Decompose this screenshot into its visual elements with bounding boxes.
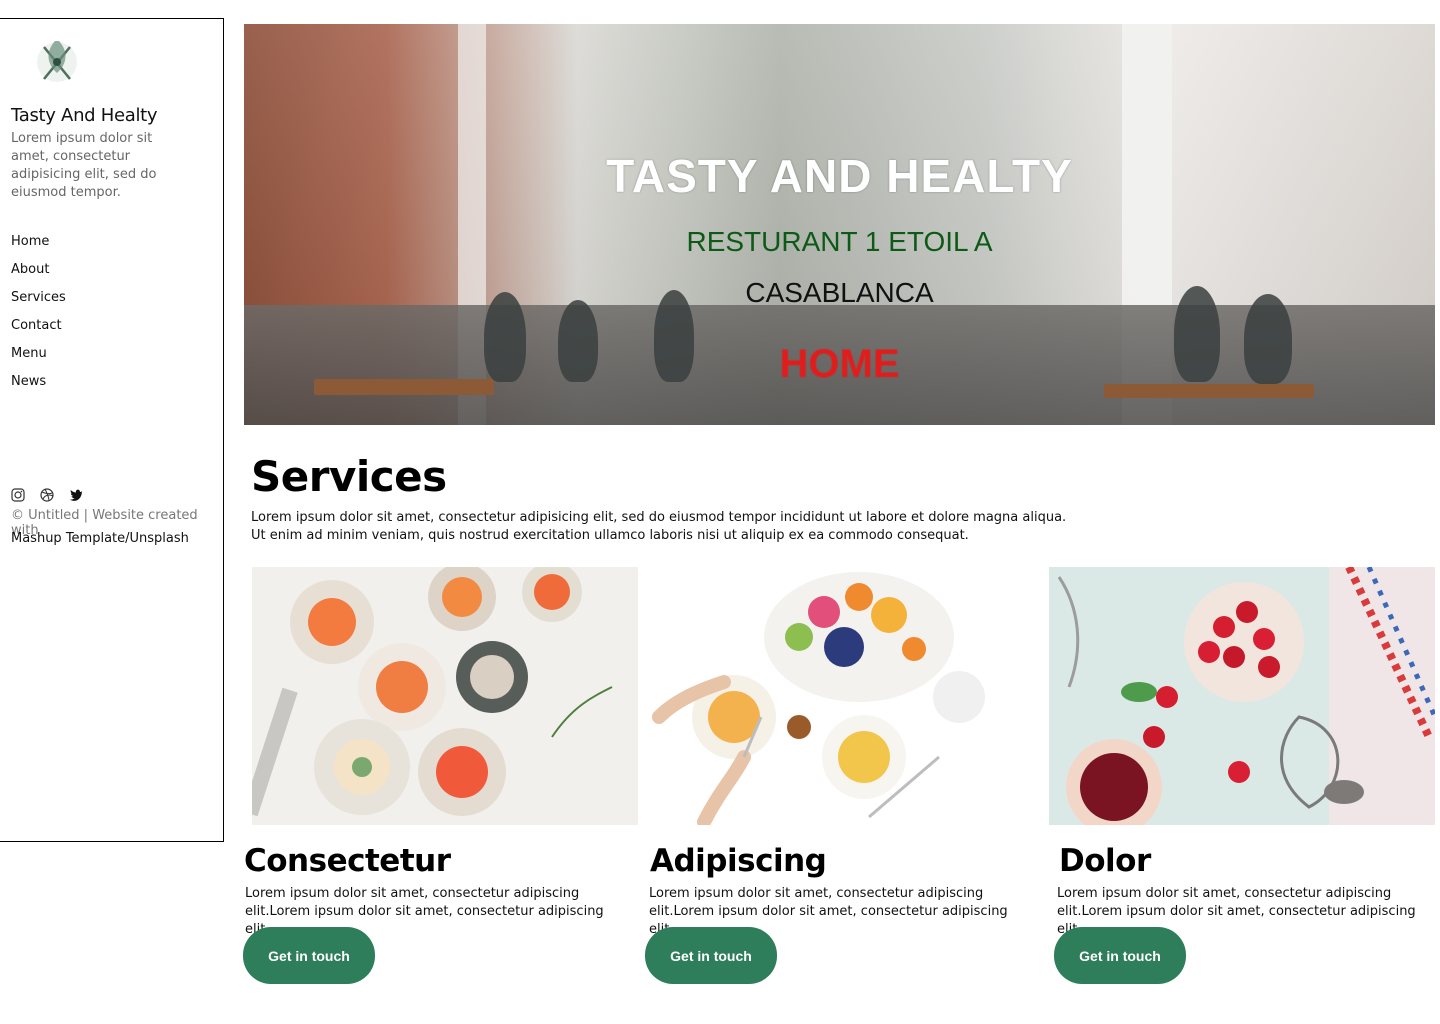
hero-banner: TASTY AND HEALTY RESTURANT 1 ETOIL A CAS… (244, 24, 1435, 425)
nav-item-menu[interactable]: Menu (11, 340, 66, 368)
nav-item-news[interactable]: News (11, 368, 66, 396)
hero-title: TASTY AND HEALTY (606, 150, 1073, 202)
service-title: Adipiscing (650, 843, 827, 879)
nav-item-home[interactable]: Home (11, 228, 66, 256)
section-description-line: Ut enim ad minim veniam, quis nostrud ex… (251, 528, 969, 543)
section-description-line: Lorem ipsum dolor sit amet, consectetur … (251, 510, 1067, 525)
hero-home-link[interactable]: HOME (244, 342, 1435, 387)
service-title: Dolor (1059, 843, 1151, 879)
instagram-icon[interactable] (11, 488, 25, 502)
fork-knife-leaf-icon[interactable] (28, 33, 86, 91)
get-in-touch-button[interactable]: Get in touch (243, 927, 375, 984)
section-title: Services (251, 452, 447, 501)
brand-title: Tasty And Healty (11, 105, 158, 126)
sidebar: Tasty And Healty Lorem ipsum dolor sit a… (0, 18, 224, 842)
social-links (11, 488, 83, 502)
nav-item-services[interactable]: Services (11, 284, 66, 312)
service-image-dolor (1049, 567, 1435, 825)
get-in-touch-button[interactable]: Get in touch (645, 927, 777, 984)
service-title: Consectetur (244, 843, 451, 879)
get-in-touch-button[interactable]: Get in touch (1054, 927, 1186, 984)
service-image-consectetur (252, 567, 638, 825)
brand-description: Lorem ipsum dolor sit amet, consectetur … (11, 131, 157, 200)
service-image-adipiscing (649, 567, 1035, 825)
twitter-icon[interactable] (69, 488, 83, 502)
section-description: Lorem ipsum dolor sit amet, consectetur … (251, 509, 1066, 545)
nav-item-contact[interactable]: Contact (11, 312, 66, 340)
dribbble-icon[interactable] (40, 488, 54, 502)
hero-location: CASABLANCA (745, 277, 934, 308)
nav-item-about[interactable]: About (11, 256, 66, 284)
footer-credit-link[interactable]: Mashup Template/Unsplash (11, 531, 189, 546)
main-nav: Home About Services Contact Menu News (11, 228, 66, 396)
hero-subtitle: RESTURANT 1 ETOIL A (686, 226, 993, 257)
